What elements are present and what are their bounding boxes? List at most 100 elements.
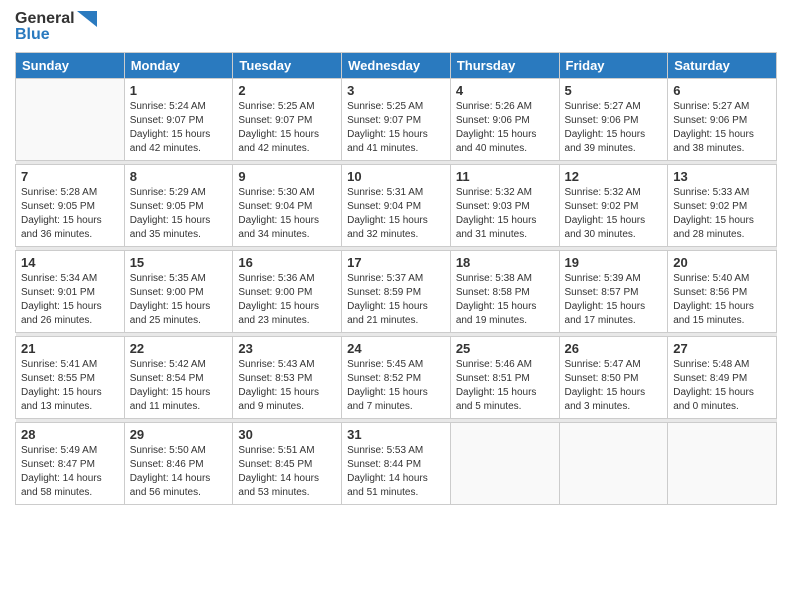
day-number: 18 [456, 255, 554, 270]
calendar-cell: 10Sunrise: 5:31 AM Sunset: 9:04 PM Dayli… [342, 165, 451, 247]
weekday-header: Monday [124, 53, 233, 79]
logo-container: General Blue [15, 10, 97, 44]
day-number: 4 [456, 83, 554, 98]
day-number: 25 [456, 341, 554, 356]
day-info: Sunrise: 5:51 AM Sunset: 8:45 PM Dayligh… [238, 444, 336, 500]
calendar-cell: 14 Sunrise: 5:34 AM Sunset: 9:01 PM Dayli… [16, 251, 125, 333]
day-info: Sunrise: 5:36 AM Sunset: 9:00 PM Dayligh… [238, 272, 336, 328]
day-info: Sunrise: 5:33 AM Sunset: 9:02 PM Dayligh… [673, 186, 771, 242]
calendar-cell: 20 Sunrise: 5:40 AM Sunset: 8:56 PM Dayli… [668, 251, 777, 333]
calendar-week-row: 1Sunrise: 5:24 AM Sunset: 9:07 PM Daylig… [16, 79, 777, 161]
day-info: Sunrise: 5:25 AM Sunset: 9:07 PM Dayligh… [347, 100, 445, 156]
day-info: Sunrise: 5:48 AM Sunset: 8:49 PM Dayligh… [673, 358, 771, 414]
day-info: Sunrise: 5:38 AM Sunset: 8:58 PM Dayligh… [456, 272, 554, 328]
day-number: 29 [130, 427, 228, 442]
day-number: 10 [347, 169, 445, 184]
day-info: Sunrise: 5:25 AM Sunset: 9:07 PM Dayligh… [238, 100, 336, 156]
day-number: 14 [21, 255, 119, 270]
calendar-cell: 13 Sunrise: 5:33 AM Sunset: 9:02 PM Dayli… [668, 165, 777, 247]
calendar-week-row: 28 Sunrise: 5:49 AM Sunset: 8:47 PM Dayli… [16, 423, 777, 505]
day-info: Sunrise: 5:37 AM Sunset: 8:59 PM Dayligh… [347, 272, 445, 328]
day-number: 6 [673, 83, 771, 98]
day-info: Sunrise: 5:32 AM Sunset: 9:03 PM Dayligh… [456, 186, 554, 242]
calendar-cell: 22 Sunrise: 5:42 AM Sunset: 8:54 PM Dayli… [124, 337, 233, 419]
calendar-cell: 12Sunrise: 5:32 AM Sunset: 9:02 PM Dayli… [559, 165, 668, 247]
calendar-week-row: 14 Sunrise: 5:34 AM Sunset: 9:01 PM Dayli… [16, 251, 777, 333]
calendar-cell [559, 423, 668, 505]
calendar-cell: 18 Sunrise: 5:38 AM Sunset: 8:58 PM Dayli… [450, 251, 559, 333]
calendar-cell: 31 Sunrise: 5:53 AM Sunset: 8:44 PM Dayli… [342, 423, 451, 505]
logo: General Blue [15, 10, 97, 44]
weekday-header: Friday [559, 53, 668, 79]
day-number: 23 [238, 341, 336, 356]
day-number: 17 [347, 255, 445, 270]
day-info: Sunrise: 5:28 AM Sunset: 9:05 PM Dayligh… [21, 186, 119, 242]
day-info: Sunrise: 5:43 AM Sunset: 8:53 PM Dayligh… [238, 358, 336, 414]
day-number: 19 [565, 255, 663, 270]
day-number: 26 [565, 341, 663, 356]
calendar-cell [450, 423, 559, 505]
calendar-week-row: 7 Sunrise: 5:28 AM Sunset: 9:05 PM Daylig… [16, 165, 777, 247]
day-number: 24 [347, 341, 445, 356]
day-info: Sunrise: 5:45 AM Sunset: 8:52 PM Dayligh… [347, 358, 445, 414]
weekday-header: Sunday [16, 53, 125, 79]
calendar-cell: 17 Sunrise: 5:37 AM Sunset: 8:59 PM Dayli… [342, 251, 451, 333]
day-number: 3 [347, 83, 445, 98]
calendar-cell: 9 Sunrise: 5:30 AM Sunset: 9:04 PM Daylig… [233, 165, 342, 247]
day-info: Sunrise: 5:42 AM Sunset: 8:54 PM Dayligh… [130, 358, 228, 414]
day-number: 8 [130, 169, 228, 184]
calendar-cell: 5Sunrise: 5:27 AM Sunset: 9:06 PM Daylig… [559, 79, 668, 161]
calendar-cell: 2 Sunrise: 5:25 AM Sunset: 9:07 PM Daylig… [233, 79, 342, 161]
day-number: 20 [673, 255, 771, 270]
day-number: 31 [347, 427, 445, 442]
calendar-cell [668, 423, 777, 505]
day-number: 13 [673, 169, 771, 184]
day-number: 27 [673, 341, 771, 356]
day-info: Sunrise: 5:34 AM Sunset: 9:01 PM Dayligh… [21, 272, 119, 328]
day-info: Sunrise: 5:53 AM Sunset: 8:44 PM Dayligh… [347, 444, 445, 500]
calendar-cell: 25Sunrise: 5:46 AM Sunset: 8:51 PM Dayli… [450, 337, 559, 419]
calendar-cell: 30Sunrise: 5:51 AM Sunset: 8:45 PM Dayli… [233, 423, 342, 505]
calendar-cell: 8Sunrise: 5:29 AM Sunset: 9:05 PM Daylig… [124, 165, 233, 247]
day-info: Sunrise: 5:41 AM Sunset: 8:55 PM Dayligh… [21, 358, 119, 414]
calendar-week-row: 21 Sunrise: 5:41 AM Sunset: 8:55 PM Dayli… [16, 337, 777, 419]
calendar-table: SundayMondayTuesdayWednesdayThursdayFrid… [15, 52, 777, 505]
calendar-cell: 6 Sunrise: 5:27 AM Sunset: 9:06 PM Daylig… [668, 79, 777, 161]
day-number: 9 [238, 169, 336, 184]
day-info: Sunrise: 5:26 AM Sunset: 9:06 PM Dayligh… [456, 100, 554, 156]
weekday-header: Tuesday [233, 53, 342, 79]
day-number: 7 [21, 169, 119, 184]
day-info: Sunrise: 5:50 AM Sunset: 8:46 PM Dayligh… [130, 444, 228, 500]
logo-blue: Blue [15, 26, 50, 44]
day-number: 15 [130, 255, 228, 270]
day-info: Sunrise: 5:49 AM Sunset: 8:47 PM Dayligh… [21, 444, 119, 500]
day-number: 28 [21, 427, 119, 442]
calendar-cell: 29 Sunrise: 5:50 AM Sunset: 8:46 PM Dayli… [124, 423, 233, 505]
day-info: Sunrise: 5:27 AM Sunset: 9:06 PM Dayligh… [673, 100, 771, 156]
calendar-cell: 7 Sunrise: 5:28 AM Sunset: 9:05 PM Daylig… [16, 165, 125, 247]
calendar-cell: 26 Sunrise: 5:47 AM Sunset: 8:50 PM Dayli… [559, 337, 668, 419]
day-info: Sunrise: 5:30 AM Sunset: 9:04 PM Dayligh… [238, 186, 336, 242]
day-info: Sunrise: 5:24 AM Sunset: 9:07 PM Dayligh… [130, 100, 228, 156]
day-info: Sunrise: 5:40 AM Sunset: 8:56 PM Dayligh… [673, 272, 771, 328]
calendar-cell: 15Sunrise: 5:35 AM Sunset: 9:00 PM Dayli… [124, 251, 233, 333]
day-number: 22 [130, 341, 228, 356]
calendar-cell: 27 Sunrise: 5:48 AM Sunset: 8:49 PM Dayli… [668, 337, 777, 419]
calendar-cell: 28 Sunrise: 5:49 AM Sunset: 8:47 PM Dayli… [16, 423, 125, 505]
calendar-cell: 16 Sunrise: 5:36 AM Sunset: 9:00 PM Dayli… [233, 251, 342, 333]
calendar-cell: 1Sunrise: 5:24 AM Sunset: 9:07 PM Daylig… [124, 79, 233, 161]
calendar-cell: 21 Sunrise: 5:41 AM Sunset: 8:55 PM Dayli… [16, 337, 125, 419]
day-info: Sunrise: 5:39 AM Sunset: 8:57 PM Dayligh… [565, 272, 663, 328]
day-info: Sunrise: 5:47 AM Sunset: 8:50 PM Dayligh… [565, 358, 663, 414]
calendar-body: 1Sunrise: 5:24 AM Sunset: 9:07 PM Daylig… [16, 79, 777, 505]
calendar-cell: 4 Sunrise: 5:26 AM Sunset: 9:06 PM Daylig… [450, 79, 559, 161]
weekday-header: Wednesday [342, 53, 451, 79]
day-number: 2 [238, 83, 336, 98]
weekday-header: Thursday [450, 53, 559, 79]
calendar-header: SundayMondayTuesdayWednesdayThursdayFrid… [16, 53, 777, 79]
day-number: 21 [21, 341, 119, 356]
day-number: 11 [456, 169, 554, 184]
calendar-cell: 24 Sunrise: 5:45 AM Sunset: 8:52 PM Dayli… [342, 337, 451, 419]
calendar-cell: 3 Sunrise: 5:25 AM Sunset: 9:07 PM Daylig… [342, 79, 451, 161]
day-number: 16 [238, 255, 336, 270]
